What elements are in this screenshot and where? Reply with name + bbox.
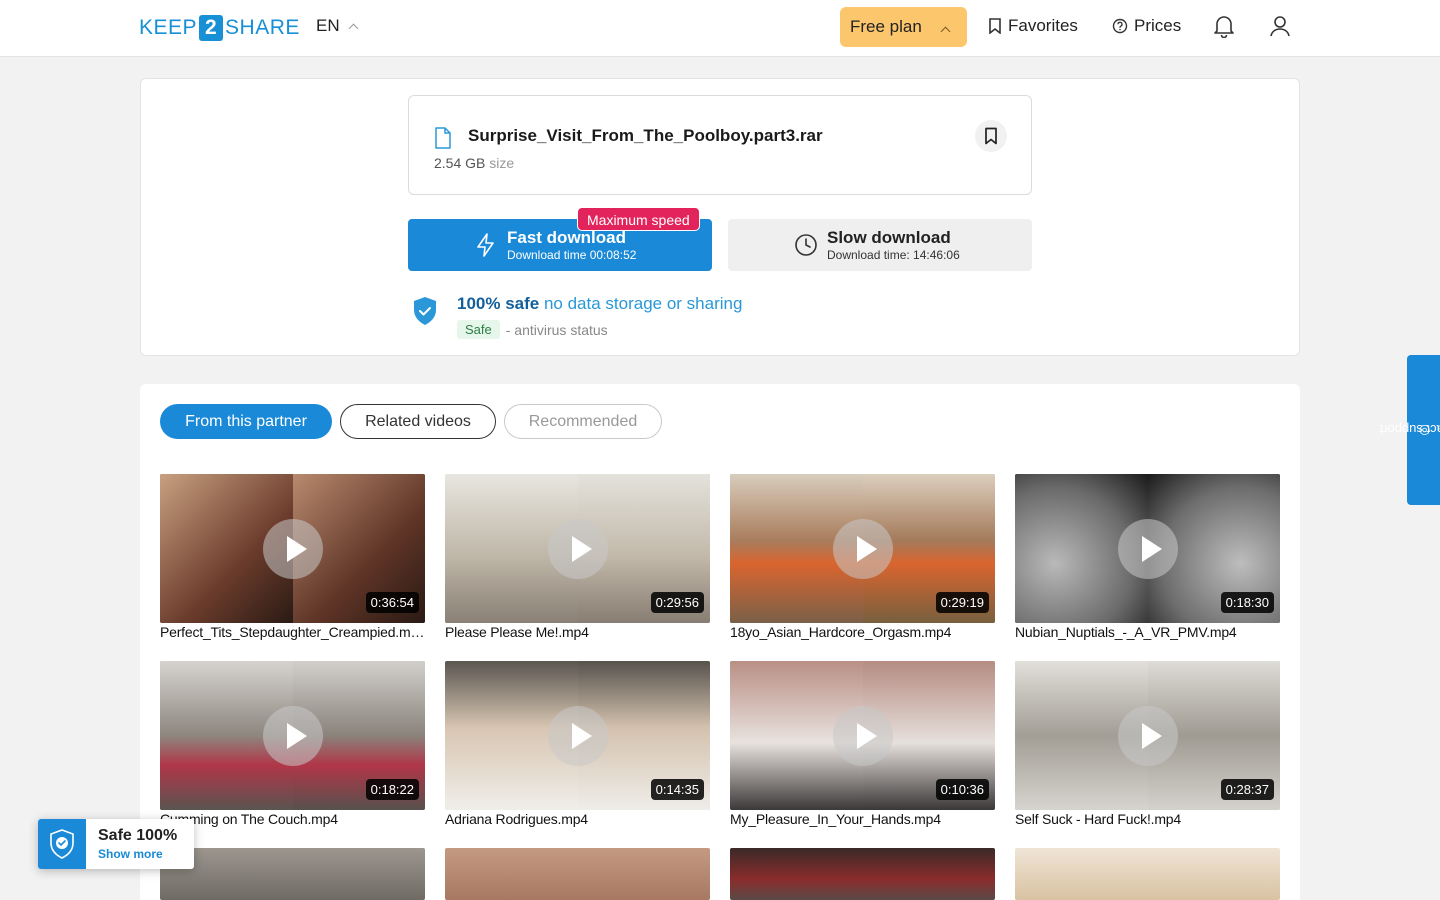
shield-check-icon <box>38 819 86 869</box>
video-card[interactable] <box>730 848 995 900</box>
video-card[interactable]: 0:29:56 Please Please Me!.mp4 <box>445 474 710 640</box>
video-title[interactable]: Cumming on The Couch.mp4 <box>160 811 425 827</box>
chevron-up-icon <box>348 23 359 33</box>
video-thumbnail[interactable]: 0:29:19 <box>730 474 995 623</box>
play-icon[interactable] <box>263 519 323 579</box>
contact-support-text: contact support <box>1379 422 1440 438</box>
video-thumbnail[interactable] <box>1015 848 1280 900</box>
safety-headline: 100% safe no data storage or sharing <box>457 294 742 314</box>
slow-download-title: Slow download <box>827 228 951 247</box>
contact-support-label: ◎ contact support <box>1379 423 1440 438</box>
top-header: KEEP 2 SHARE EN Free plan Favorites Prices <box>0 0 1440 57</box>
language-selector[interactable]: EN <box>316 16 359 36</box>
video-title[interactable]: Self Suck - Hard Fuck!.mp4 <box>1015 811 1280 827</box>
file-size: 2.54 GB size <box>434 155 514 171</box>
logo-text-2: 2 <box>199 15 224 41</box>
video-card[interactable] <box>1015 848 1280 900</box>
language-label: EN <box>316 16 340 35</box>
prices-link[interactable]: Prices <box>1112 16 1181 36</box>
chevron-up-icon <box>940 26 951 37</box>
video-duration: 0:18:30 <box>1220 592 1274 613</box>
video-duration: 0:28:37 <box>1220 779 1274 800</box>
add-favorite-button[interactable] <box>975 120 1007 152</box>
video-thumbnail[interactable]: 0:14:35 <box>445 661 710 810</box>
video-card[interactable]: 0:36:54 Perfect_Tits_Stepdaughter_Creamp… <box>160 474 425 640</box>
logo-text-share: SHARE <box>225 16 300 39</box>
tab-recommended[interactable]: Recommended <box>504 404 662 439</box>
file-icon <box>435 127 451 149</box>
contact-support-button[interactable]: ◎ contact support <box>1379 355 1440 505</box>
video-thumbnail[interactable] <box>160 848 425 900</box>
video-duration: 0:18:22 <box>365 779 419 800</box>
safety-text: no data storage or sharing <box>543 294 743 313</box>
video-thumbnail[interactable]: 0:18:30 <box>1015 474 1280 623</box>
file-info-card: Surprise_Visit_From_The_Poolboy.part3.ra… <box>408 95 1032 195</box>
play-icon[interactable] <box>1118 706 1178 766</box>
play-icon[interactable] <box>548 519 608 579</box>
shield-check-icon <box>414 297 436 325</box>
question-circle-icon <box>1112 18 1128 34</box>
video-thumbnail[interactable]: 0:10:36 <box>730 661 995 810</box>
video-card[interactable]: 0:14:35 Adriana Rodrigues.mp4 <box>445 661 710 827</box>
video-duration: 0:29:56 <box>650 592 704 613</box>
favorites-link[interactable]: Favorites <box>988 16 1078 36</box>
show-more-link[interactable]: Show more <box>98 847 163 861</box>
play-icon[interactable] <box>263 706 323 766</box>
video-thumbnail[interactable]: 0:18:22 <box>160 661 425 810</box>
fast-download-time: Download time 00:08:52 <box>507 248 637 262</box>
video-duration: 0:14:35 <box>650 779 704 800</box>
video-card[interactable]: 0:29:19 18yo_Asian_Hardcore_Orgasm.mp4 <box>730 474 995 640</box>
video-thumbnail[interactable]: 0:29:56 <box>445 474 710 623</box>
video-thumbnail[interactable] <box>730 848 995 900</box>
logo-text-keep: KEEP <box>139 16 198 39</box>
safe-popup-title: Safe 100% <box>98 827 178 844</box>
play-icon[interactable] <box>833 706 893 766</box>
favorites-label: Favorites <box>1008 16 1078 35</box>
bell-icon[interactable] <box>1213 14 1235 38</box>
tab-from-this-partner[interactable]: From this partner <box>160 404 332 439</box>
safety-bold: 100% safe <box>457 294 540 313</box>
clock-icon <box>795 234 817 256</box>
video-card[interactable] <box>445 848 710 900</box>
tab-related-videos[interactable]: Related videos <box>340 404 496 439</box>
safe-status-tag: Safe <box>457 320 500 339</box>
play-icon[interactable] <box>1118 519 1178 579</box>
antivirus-status: Safe - antivirus status <box>457 320 608 339</box>
antivirus-status-text: - antivirus status <box>505 321 608 338</box>
video-title[interactable]: Perfect_Tits_Stepdaughter_Creampied.mp4 <box>160 624 425 640</box>
video-card[interactable]: 0:28:37 Self Suck - Hard Fuck!.mp4 <box>1015 661 1280 827</box>
video-title[interactable]: Nubian_Nuptials_-_A_VR_PMV.mp4 <box>1015 624 1280 640</box>
slow-download-button[interactable]: Slow download Download time: 14:46:06 <box>728 219 1032 271</box>
prices-label: Prices <box>1134 16 1182 35</box>
video-duration: 0:29:19 <box>935 592 989 613</box>
video-thumbnail[interactable]: 0:28:37 <box>1015 661 1280 810</box>
video-card[interactable]: 0:10:36 My_Pleasure_In_Your_Hands.mp4 <box>730 661 995 827</box>
video-card[interactable]: 0:18:30 Nubian_Nuptials_-_A_VR_PMV.mp4 <box>1015 474 1280 640</box>
video-title[interactable]: My_Pleasure_In_Your_Hands.mp4 <box>730 811 995 827</box>
user-icon[interactable] <box>1269 14 1291 38</box>
free-plan-button[interactable]: Free plan <box>840 7 967 47</box>
lightning-icon <box>477 233 494 257</box>
play-icon[interactable] <box>548 706 608 766</box>
slow-download-time: Download time: 14:46:06 <box>827 248 960 262</box>
file-name: Surprise_Visit_From_The_Poolboy.part3.ra… <box>468 126 823 145</box>
file-size-unit: size <box>489 155 515 171</box>
maximum-speed-badge: Maximum speed <box>577 207 700 231</box>
video-thumbnail[interactable] <box>445 848 710 900</box>
video-title[interactable]: Adriana Rodrigues.mp4 <box>445 811 710 827</box>
video-duration: 0:10:36 <box>935 779 989 800</box>
site-logo[interactable]: KEEP 2 SHARE <box>139 14 300 42</box>
file-size-value: 2.54 GB <box>434 155 486 171</box>
play-icon[interactable] <box>833 519 893 579</box>
bookmark-icon <box>985 127 997 145</box>
safe-popup[interactable]: Safe 100% Show more <box>38 819 194 869</box>
video-thumbnail[interactable]: 0:36:54 <box>160 474 425 623</box>
video-card[interactable] <box>160 848 425 900</box>
video-card[interactable]: 0:18:22 Cumming on The Couch.mp4 <box>160 661 425 827</box>
plan-label: Free plan <box>850 17 922 36</box>
bookmark-icon <box>989 18 1001 34</box>
video-duration: 0:36:54 <box>365 592 419 613</box>
video-title[interactable]: 18yo_Asian_Hardcore_Orgasm.mp4 <box>730 624 995 640</box>
video-title[interactable]: Please Please Me!.mp4 <box>445 624 710 640</box>
